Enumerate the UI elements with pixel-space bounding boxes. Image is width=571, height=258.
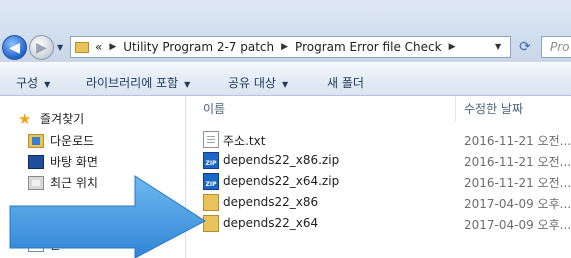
refresh-icon[interactable]: ⟳ (514, 37, 536, 57)
nav-item-label: 최근 위치 (50, 176, 98, 190)
file-name: depends22_x64 (223, 216, 319, 230)
recent-pages-dropdown[interactable]: ▼ (57, 43, 63, 52)
libraries-icon (18, 216, 34, 231)
column-divider[interactable] (455, 96, 456, 122)
share-with-label: 공유 대상 (228, 76, 276, 90)
nav-item-documents[interactable]: 문 (28, 236, 61, 253)
nav-item-label: 바탕 화면 (50, 155, 98, 169)
file-date: 2016-11-21 오전... (464, 176, 571, 190)
breadcrumb-item[interactable]: Utility Program 2-7 patch (123, 40, 274, 54)
favorites-label: 즐겨찾기 (40, 112, 85, 126)
address-dropdown-button[interactable]: ▼ (495, 42, 501, 51)
new-folder-button[interactable]: 새 폴더 (327, 74, 364, 91)
folder-icon (203, 215, 219, 232)
chevron-down-icon: ▼ (184, 80, 191, 89)
file-row[interactable]: ZIP depends22_x64.zip 2016-11-21 오전... (186, 171, 571, 192)
column-header-name[interactable]: 이름 (203, 100, 225, 120)
organize-menu[interactable]: 구성 ▼ (16, 74, 50, 91)
folder-icon (203, 194, 219, 211)
file-name: depends22_x64.zip (223, 174, 340, 188)
file-date: 2016-11-21 오전... (464, 155, 571, 169)
file-date: 2017-04-09 오후... (464, 218, 571, 232)
back-button[interactable]: ◀ (2, 35, 27, 60)
breadcrumb-separator[interactable]: ▶ (109, 42, 116, 52)
text-file-icon (203, 131, 219, 148)
breadcrumb-item[interactable]: Program Error file Check (295, 40, 442, 54)
star-icon: ★ (18, 109, 32, 128)
address-overflow[interactable]: « (95, 40, 102, 54)
address-box[interactable]: « ▶ Utility Program 2-7 patch ▶ Program … (70, 36, 511, 58)
breadcrumb-separator[interactable]: ▶ (281, 42, 288, 52)
nav-item-desktop[interactable]: 바탕 화면 (28, 153, 98, 170)
include-in-library-menu[interactable]: 라이브러리에 포함 ▼ (86, 74, 190, 91)
recent-places-icon (28, 175, 44, 190)
share-with-menu[interactable]: 공유 대상 ▼ (228, 74, 288, 91)
folder-icon (75, 41, 89, 53)
chevron-down-icon: ▼ (44, 80, 51, 89)
nav-item-label: 문 (50, 238, 62, 252)
include-in-library-label: 라이브러리에 포함 (86, 76, 179, 90)
column-header-date-modified[interactable]: 수정한 날짜 (464, 100, 523, 120)
nav-libraries[interactable]: 라이 (18, 215, 62, 232)
file-row[interactable]: ZIP depends22_x86.zip 2016-11-21 오전... (186, 150, 571, 171)
chevron-down-icon: ▼ (281, 80, 289, 89)
nav-item-label: 다운로드 (50, 134, 95, 148)
search-input[interactable]: Pro (541, 36, 571, 58)
documents-icon (28, 237, 44, 252)
libraries-label: 라이 (40, 217, 63, 231)
nav-favorites[interactable]: ★ 즐겨찾기 (18, 110, 84, 127)
file-name: depends22_x86 (223, 195, 319, 209)
new-folder-label: 새 폴더 (327, 76, 364, 90)
organize-label: 구성 (16, 76, 39, 90)
file-date: 2017-04-09 오후... (464, 197, 571, 211)
file-row[interactable]: depends22_x86 2017-04-09 오후... (186, 192, 571, 213)
downloads-folder-icon (28, 133, 44, 148)
desktop-icon (28, 154, 44, 169)
zip-icon: ZIP (203, 173, 219, 190)
file-name: depends22_x86.zip (223, 153, 340, 167)
address-bar-area: ◀ ▶ ▼ « ▶ Utility Program 2-7 patch ▶ Pr… (0, 0, 571, 62)
navigation-pane: ★ 즐겨찾기 다운로드 바탕 화면 최근 위치 라이 문 (0, 96, 186, 258)
zip-icon: ZIP (203, 152, 219, 169)
file-row[interactable]: 주소.txt 2016-11-21 오전... (186, 129, 571, 150)
file-row[interactable]: depends22_x64 2017-04-09 오후... (186, 213, 571, 234)
nav-item-recent-places[interactable]: 최근 위치 (28, 174, 98, 191)
file-date: 2016-11-21 오전... (464, 134, 571, 148)
forward-button[interactable]: ▶ (29, 35, 54, 60)
file-name: 주소.txt (223, 134, 266, 148)
command-bar: 구성 ▼ 라이브러리에 포함 ▼ 공유 대상 ▼ 새 폴더 (0, 62, 571, 96)
nav-item-downloads[interactable]: 다운로드 (28, 132, 94, 149)
breadcrumb-separator[interactable]: ▶ (449, 42, 456, 52)
